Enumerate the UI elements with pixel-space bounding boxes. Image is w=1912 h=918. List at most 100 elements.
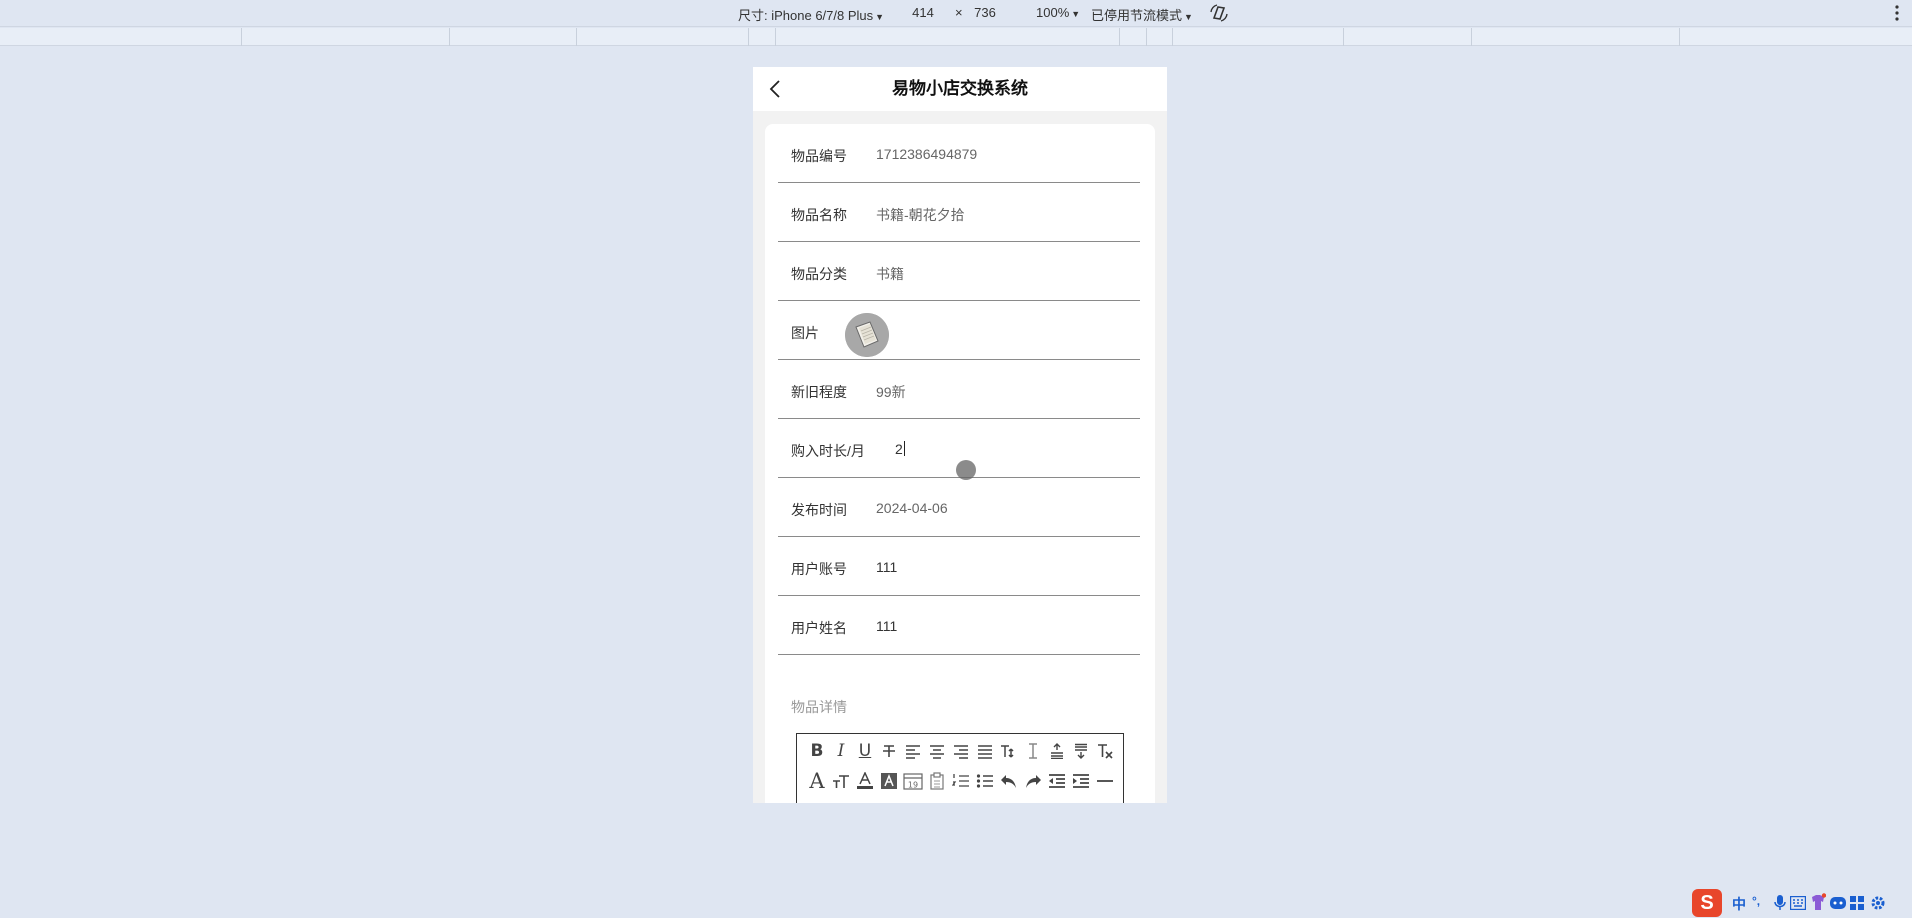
font-color-icon[interactable] <box>853 769 877 793</box>
clear-format-icon[interactable] <box>1093 739 1117 763</box>
form-row-category: 物品分类 书籍 <box>778 242 1140 301</box>
category-field[interactable]: 书籍 <box>876 264 904 284</box>
item-image-thumbnail[interactable] <box>845 313 889 357</box>
ordered-list-icon[interactable] <box>949 769 973 793</box>
text-size-icon[interactable] <box>829 769 853 793</box>
underline-icon[interactable]: U <box>853 739 877 763</box>
skin-icon[interactable] <box>1810 893 1826 911</box>
indent-icon[interactable] <box>1069 769 1093 793</box>
months-label: 购入时长/月 <box>791 443 865 459</box>
form-row-username: 用户姓名 111 <box>778 596 1140 655</box>
item-detail-label: 物品详情 <box>791 699 847 715</box>
italic-glyph: I <box>837 741 845 761</box>
toolbox-icon[interactable] <box>1830 896 1846 910</box>
date-icon[interactable]: 19 <box>901 769 925 793</box>
line-height-icon[interactable] <box>1021 739 1045 763</box>
media-query-segment[interactable] <box>1119 28 1120 46</box>
media-query-segment[interactable] <box>748 28 749 46</box>
form-row-item-name: 物品名称 书籍-朝花夕拾 <box>778 183 1140 242</box>
media-query-segment[interactable] <box>1471 28 1472 46</box>
underline-glyph: U <box>858 741 872 761</box>
publish-time-field[interactable]: 2024-04-06 <box>876 500 948 516</box>
paste-icon[interactable] <box>925 769 949 793</box>
zoom-select[interactable]: 100% ▼ <box>1036 5 1080 20</box>
svg-text:19: 19 <box>908 781 918 790</box>
strikethrough-icon[interactable] <box>877 739 901 763</box>
ime-toolbar: S 中 °, <box>1692 888 1912 918</box>
chevron-down-icon: ▼ <box>1184 12 1193 22</box>
align-left-icon[interactable] <box>901 739 925 763</box>
bold-glyph: B <box>810 741 824 761</box>
account-field[interactable]: 111 <box>876 559 897 575</box>
item-no-label: 物品编号 <box>791 148 847 164</box>
condition-field[interactable]: 99新 <box>876 382 906 402</box>
phone-viewport: 易物小店交换系统 物品编号 1712386494879 物品名称 书籍-朝花夕拾… <box>753 67 1167 803</box>
username-label: 用户姓名 <box>791 620 847 636</box>
chevron-down-icon: ▼ <box>875 12 885 22</box>
page-title: 易物小店交换系统 <box>892 79 1028 98</box>
device-select[interactable]: 尺寸: iPhone 6/7/8 Plus ▼ <box>738 5 884 24</box>
image-label: 图片 <box>791 325 819 341</box>
media-query-segment[interactable] <box>449 28 450 46</box>
touch-pointer <box>956 460 976 480</box>
media-query-segment[interactable] <box>241 28 242 46</box>
form-row-item-no: 物品编号 1712386494879 <box>778 124 1140 183</box>
horizontal-rule-icon[interactable] <box>1093 769 1117 793</box>
media-query-segment[interactable] <box>1679 28 1680 46</box>
publish-time-label: 发布时间 <box>791 502 847 518</box>
font-family-icon[interactable]: A <box>805 769 829 793</box>
media-query-bar[interactable] <box>0 28 1912 46</box>
media-query-segment[interactable] <box>1146 28 1147 46</box>
ime-mode-toggle[interactable]: 中 <box>1732 894 1746 914</box>
chevron-down-icon: ▼ <box>1071 9 1081 19</box>
media-query-segment[interactable] <box>775 28 776 46</box>
months-value: 2 <box>895 441 903 457</box>
item-name-label: 物品名称 <box>791 207 847 223</box>
book-photo-icon <box>845 313 889 357</box>
form-row-account: 用户账号 111 <box>778 537 1140 596</box>
rotate-icon[interactable] <box>1208 3 1230 23</box>
unordered-list-icon[interactable] <box>973 769 997 793</box>
apps-grid-icon[interactable] <box>1850 896 1864 910</box>
category-label: 物品分类 <box>791 266 847 282</box>
editor-toolbar-row-2: A 19 <box>805 769 1117 793</box>
media-query-segment[interactable] <box>576 28 577 46</box>
undo-icon[interactable] <box>997 769 1021 793</box>
align-center-icon[interactable] <box>925 739 949 763</box>
microphone-icon[interactable] <box>1774 895 1786 911</box>
media-query-segment[interactable] <box>1343 28 1344 46</box>
keyboard-icon[interactable] <box>1790 896 1806 910</box>
condition-label: 新旧程度 <box>791 384 847 400</box>
app-header: 易物小店交换系统 <box>753 67 1167 111</box>
more-options-icon[interactable] <box>1893 3 1901 23</box>
width-input[interactable]: 414 <box>898 4 948 22</box>
months-input[interactable]: 2 <box>895 441 905 457</box>
item-no-field[interactable]: 1712386494879 <box>876 146 977 162</box>
align-justify-icon[interactable] <box>973 739 997 763</box>
text-cursor <box>903 441 905 456</box>
sogou-logo-icon[interactable]: S <box>1692 889 1722 917</box>
media-query-segment[interactable] <box>1172 28 1173 46</box>
zoom-label: 100% <box>1036 5 1070 20</box>
rich-text-editor[interactable]: B I U A 19 <box>796 733 1124 803</box>
item-name-field[interactable]: 书籍-朝花夕拾 <box>876 205 965 225</box>
ime-punctuation-toggle[interactable]: °, <box>1752 894 1760 908</box>
redo-icon[interactable] <box>1021 769 1045 793</box>
height-input[interactable]: 736 <box>960 4 1010 22</box>
device-label: 尺寸: iPhone 6/7/8 Plus <box>738 8 874 23</box>
form-row-image: 图片 <box>778 301 1140 360</box>
settings-gear-icon[interactable] <box>1870 895 1886 911</box>
account-label: 用户账号 <box>791 561 847 577</box>
bold-icon[interactable]: B <box>805 739 829 763</box>
align-right-icon[interactable] <box>949 739 973 763</box>
throttle-select[interactable]: 已停用节流模式 ▼ <box>1091 5 1193 24</box>
font-size-icon[interactable] <box>997 739 1021 763</box>
username-field[interactable]: 111 <box>876 618 897 634</box>
paragraph-after-icon[interactable] <box>1069 739 1093 763</box>
italic-icon[interactable]: I <box>829 739 853 763</box>
form-row-condition: 新旧程度 99新 <box>778 360 1140 419</box>
outdent-icon[interactable] <box>1045 769 1069 793</box>
paragraph-before-icon[interactable] <box>1045 739 1069 763</box>
background-color-icon[interactable] <box>877 769 901 793</box>
throttle-label: 已停用节流模式 <box>1091 8 1183 23</box>
